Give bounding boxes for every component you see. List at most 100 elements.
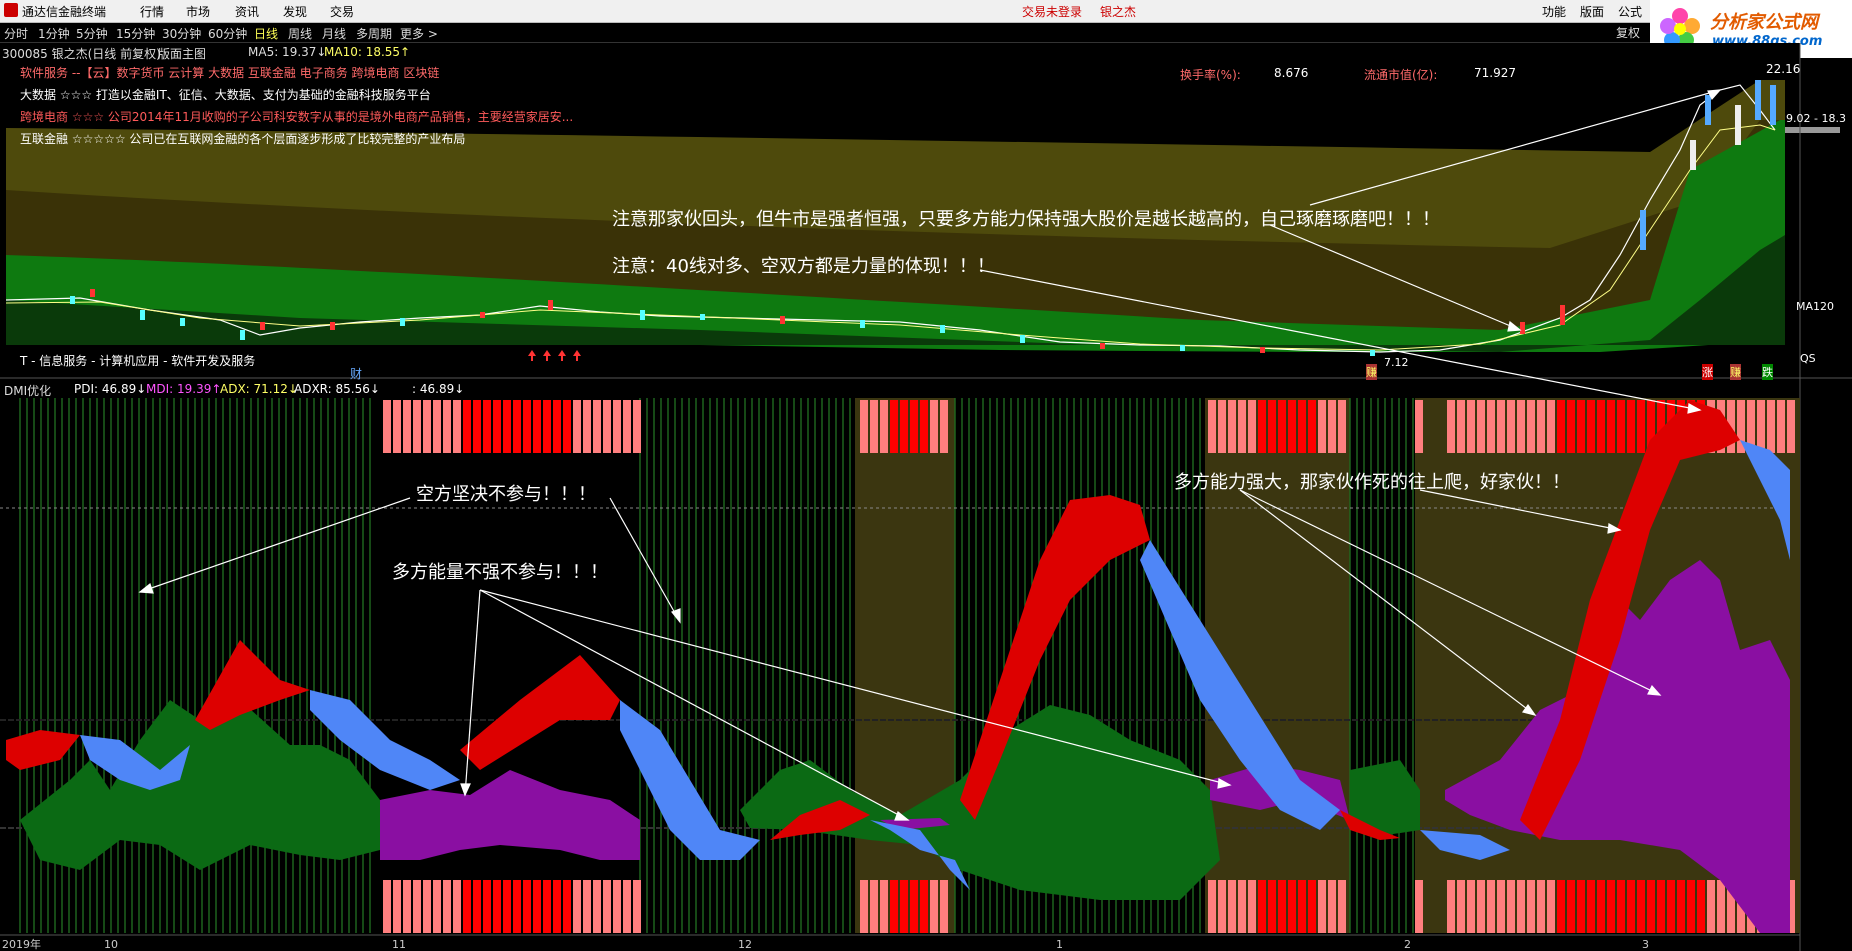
red-bar bbox=[613, 400, 621, 453]
red-bar bbox=[910, 880, 918, 933]
red-bar bbox=[1627, 400, 1635, 453]
red-bar bbox=[613, 880, 621, 933]
red-bar bbox=[1517, 880, 1525, 933]
red-bar bbox=[1298, 880, 1306, 933]
red-bar bbox=[920, 880, 928, 933]
price-low-label: 7.12 bbox=[1384, 356, 1409, 369]
red-bar bbox=[573, 400, 581, 453]
red-bar bbox=[1487, 880, 1495, 933]
red-bar bbox=[1507, 400, 1515, 453]
red-bar bbox=[1497, 400, 1505, 453]
red-bar bbox=[543, 880, 551, 933]
red-bar bbox=[493, 400, 501, 453]
red-bar bbox=[633, 880, 641, 933]
red-bar bbox=[423, 400, 431, 453]
red-bar bbox=[1298, 400, 1306, 453]
red-bar bbox=[1537, 880, 1545, 933]
red-bar bbox=[1228, 880, 1236, 933]
red-bar bbox=[433, 400, 441, 453]
red-bar bbox=[403, 400, 411, 453]
float-cap-label: 流通市值(亿): bbox=[1364, 68, 1438, 82]
concept-line-2: 跨境电商 ☆☆☆ 公司2014年11月收购的子公司科安数字从事的是境外电商产品销… bbox=[20, 110, 574, 124]
red-bar bbox=[1777, 400, 1785, 453]
red-bar bbox=[413, 400, 421, 453]
red-bar bbox=[1587, 400, 1595, 453]
annotation-weak-bull: 多方能量不强不参与！！！ bbox=[392, 562, 608, 583]
red-bar bbox=[1338, 400, 1346, 453]
adxr-value: ADXR: 85.56↓ bbox=[294, 382, 380, 396]
red-bar bbox=[860, 880, 868, 933]
red-bar bbox=[880, 880, 888, 933]
red-bar bbox=[1218, 400, 1226, 453]
date-axis-year: 2019年 bbox=[2, 937, 41, 951]
qs-label: QS bbox=[1800, 352, 1816, 365]
red-bar bbox=[473, 880, 481, 933]
red-bar bbox=[1597, 880, 1605, 933]
red-bar bbox=[870, 880, 878, 933]
stock-line[interactable]: 300085 银之杰(日线 前复权) bbox=[2, 45, 161, 62]
red-bar bbox=[553, 880, 561, 933]
layout-label[interactable]: 版面主图 bbox=[158, 45, 206, 62]
indicator-name[interactable]: DMI优化 bbox=[4, 382, 51, 399]
red-bar bbox=[1258, 880, 1266, 933]
red-bar bbox=[423, 880, 431, 933]
red-bar bbox=[940, 400, 948, 453]
red-bar bbox=[1707, 880, 1715, 933]
red-bar bbox=[1717, 880, 1725, 933]
red-bar bbox=[1547, 880, 1555, 933]
red-bar bbox=[1338, 880, 1346, 933]
annotation-strong-climb: 多方能力强大，那家伙作死的往上爬，好家伙！！ bbox=[1174, 472, 1570, 493]
price-high-label: 22.16 bbox=[1766, 62, 1801, 76]
red-bar bbox=[1308, 880, 1316, 933]
red-bar bbox=[1547, 400, 1555, 453]
red-bar bbox=[523, 400, 531, 453]
red-bar bbox=[583, 880, 591, 933]
red-bar bbox=[603, 400, 611, 453]
red-bar bbox=[1238, 880, 1246, 933]
float-cap-value: 71.927 bbox=[1474, 66, 1516, 80]
red-bar bbox=[533, 400, 541, 453]
red-bar bbox=[1477, 400, 1485, 453]
red-bar bbox=[403, 880, 411, 933]
red-bar bbox=[383, 400, 391, 453]
red-bar bbox=[483, 400, 491, 453]
red-bar bbox=[860, 400, 868, 453]
red-bar bbox=[533, 880, 541, 933]
red-bar bbox=[483, 880, 491, 933]
tag-zhuan-2: 赚 bbox=[1730, 364, 1741, 380]
red-bar bbox=[1627, 880, 1635, 933]
red-bar bbox=[463, 400, 471, 453]
red-bar bbox=[1447, 880, 1455, 933]
red-bar bbox=[1308, 400, 1316, 453]
red-bar bbox=[1248, 400, 1256, 453]
red-bar bbox=[583, 400, 591, 453]
ma5-value: MA5: 19.37↓ bbox=[248, 45, 327, 59]
red-bar bbox=[1208, 880, 1216, 933]
red-bar bbox=[1567, 880, 1575, 933]
red-bar bbox=[543, 400, 551, 453]
red-bar bbox=[1577, 400, 1585, 453]
date-axis-1: 1 bbox=[1056, 938, 1063, 951]
red-bar bbox=[1527, 400, 1535, 453]
red-bar bbox=[1507, 880, 1515, 933]
red-bar bbox=[1415, 400, 1423, 453]
red-bar bbox=[513, 880, 521, 933]
red-bar bbox=[1647, 880, 1655, 933]
red-bar bbox=[1767, 400, 1775, 453]
annotation-40-line: 注意：40线对多、空双方都是力量的体现！！！ bbox=[612, 256, 995, 277]
red-bar bbox=[1637, 880, 1645, 933]
red-bar bbox=[1637, 400, 1645, 453]
red-bar bbox=[1557, 880, 1565, 933]
red-bar bbox=[513, 400, 521, 453]
red-bar bbox=[900, 400, 908, 453]
red-bar bbox=[1447, 400, 1455, 453]
mdi-value: MDI: 19.39↑ bbox=[146, 382, 222, 396]
red-bar bbox=[1697, 880, 1705, 933]
red-bar bbox=[1527, 880, 1535, 933]
tag-zhang: 涨 bbox=[1702, 364, 1713, 380]
red-bar bbox=[443, 880, 451, 933]
red-bar bbox=[623, 400, 631, 453]
turnover-value: 8.676 bbox=[1274, 66, 1309, 80]
red-bar bbox=[443, 400, 451, 453]
cai-marker: 财 bbox=[350, 367, 363, 381]
